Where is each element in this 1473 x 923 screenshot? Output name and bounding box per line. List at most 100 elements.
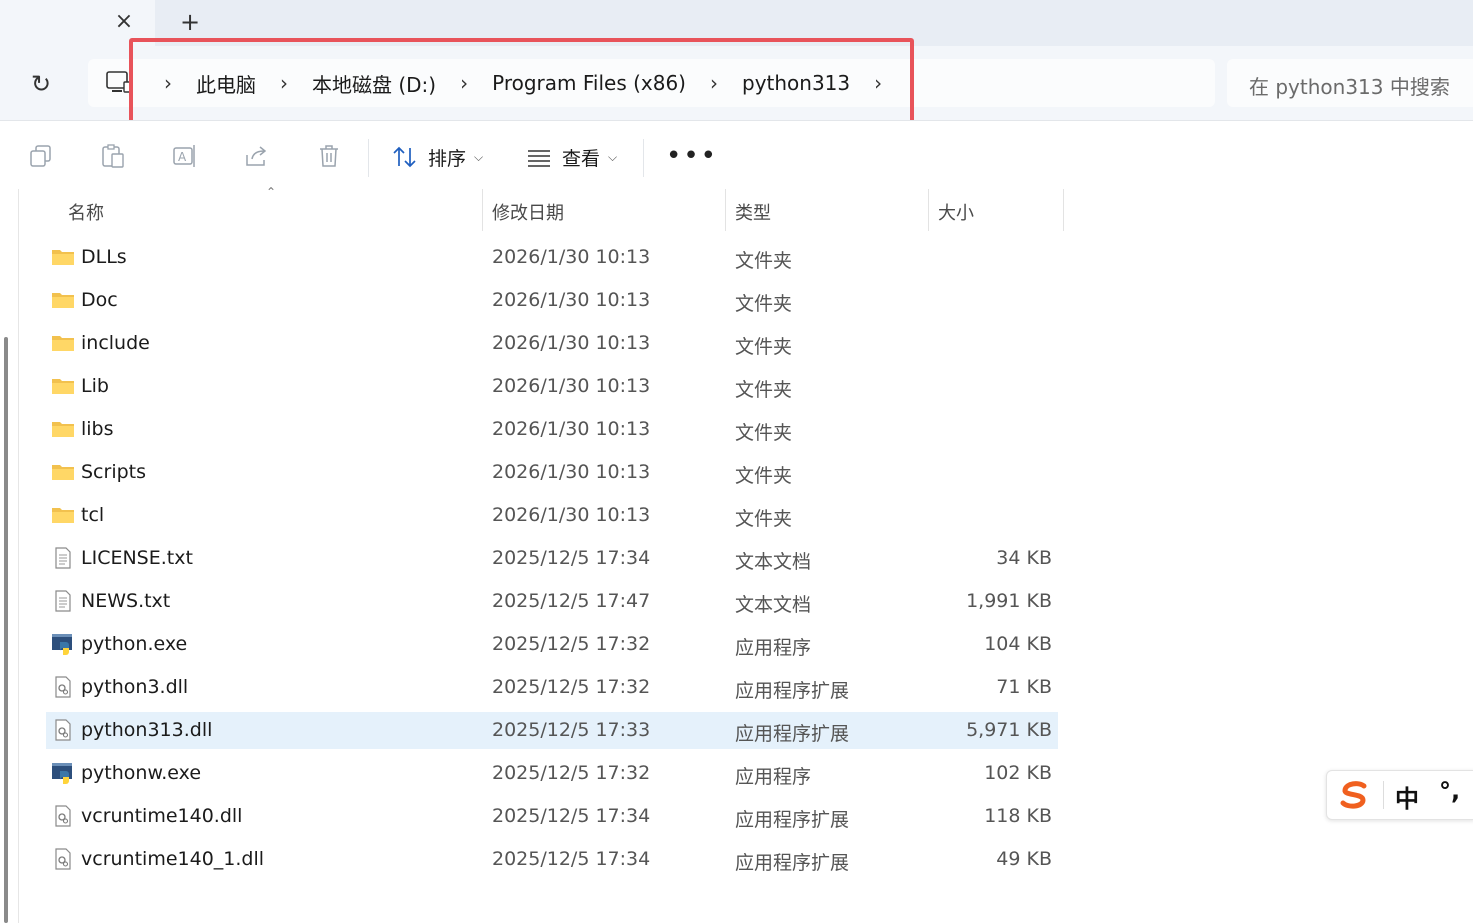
dll-file-icon xyxy=(51,676,75,698)
new-tab-icon[interactable]: + xyxy=(177,9,203,35)
file-row[interactable]: Lib 2026/1/30 10:13 文件夹 xyxy=(46,368,1058,405)
file-date: 2026/1/30 10:13 xyxy=(492,375,651,397)
file-list-area: ⌃ 名称 修改日期 类型 大小 DLLs 2026/1/30 10:13 文件夹 Do… xyxy=(0,185,1473,923)
file-date: 2025/12/5 17:47 xyxy=(492,590,651,612)
file-row[interactable]: pythonw.exe 2025/12/5 17:32 应用程序 102 KB xyxy=(46,755,1058,792)
ime-toolbar[interactable]: 中 °, xyxy=(1326,770,1473,820)
file-type: 文本文档 xyxy=(735,551,812,573)
file-date: 2026/1/30 10:13 xyxy=(492,332,651,354)
vertical-scrollbar[interactable] xyxy=(4,337,8,923)
crumb-this-pc[interactable]: 此电脑 xyxy=(188,69,264,98)
copy-icon[interactable] xyxy=(28,143,54,169)
file-row[interactable]: python313.dll 2025/12/5 17:33 应用程序扩展 5,971 … xyxy=(46,712,1058,749)
column-name[interactable]: 名称 xyxy=(68,199,104,225)
chevron-right-icon[interactable]: › xyxy=(264,71,304,95)
column-divider[interactable] xyxy=(1063,189,1064,231)
file-date: 2026/1/30 10:13 xyxy=(492,418,651,440)
file-date: 2025/12/5 17:32 xyxy=(492,633,651,655)
file-row[interactable]: LICENSE.txt 2025/12/5 17:34 文本文档 34 KB xyxy=(46,540,1058,577)
file-date: 2025/12/5 17:32 xyxy=(492,676,651,698)
crumb-local-disk-d[interactable]: 本地磁盘 (D:) xyxy=(304,69,444,98)
file-name: DLLs xyxy=(81,246,127,268)
toolbar-divider xyxy=(368,139,369,177)
file-size: 102 KB xyxy=(984,762,1052,784)
rename-icon[interactable]: A xyxy=(172,143,198,169)
crumb-program-files-x86[interactable]: Program Files (x86) xyxy=(484,71,694,95)
refresh-icon[interactable]: ↻ xyxy=(26,69,56,99)
file-name: python3.dll xyxy=(81,676,189,698)
file-name: libs xyxy=(81,418,114,440)
file-name: include xyxy=(81,332,150,354)
file-name: Doc xyxy=(81,289,118,311)
crumb-python313[interactable]: python313 xyxy=(734,71,858,95)
column-divider[interactable] xyxy=(482,189,483,231)
pane-divider xyxy=(18,189,19,923)
chevron-right-icon[interactable]: › xyxy=(148,71,188,95)
file-date: 2026/1/30 10:13 xyxy=(492,289,651,311)
folder-icon xyxy=(51,289,75,311)
search-input[interactable]: 在 python313 中搜索 xyxy=(1227,59,1473,107)
file-row[interactable]: DLLs 2026/1/30 10:13 文件夹 xyxy=(46,239,1058,276)
file-row[interactable]: python.exe 2025/12/5 17:32 应用程序 104 KB xyxy=(46,626,1058,663)
file-date: 2026/1/30 10:13 xyxy=(492,246,651,268)
folder-icon xyxy=(51,461,75,483)
file-row[interactable]: include 2026/1/30 10:13 文件夹 xyxy=(46,325,1058,362)
tab-strip: × + xyxy=(0,0,1473,46)
active-tab[interactable]: × xyxy=(0,0,155,46)
file-size: 34 KB xyxy=(996,547,1052,569)
sogou-logo-icon[interactable] xyxy=(1337,779,1371,811)
file-size: 71 KB xyxy=(996,676,1052,698)
file-size: 118 KB xyxy=(984,805,1052,827)
file-row[interactable]: NEWS.txt 2025/12/5 17:47 文本文档 1,991 KB xyxy=(46,583,1058,620)
file-date: 2025/12/5 17:34 xyxy=(492,547,651,569)
dll-file-icon xyxy=(51,848,75,870)
computer-icon xyxy=(106,71,131,93)
file-type: 文件夹 xyxy=(735,293,793,315)
column-date[interactable]: 修改日期 xyxy=(492,199,564,225)
sort-button[interactable]: 排序 ⌵ xyxy=(392,139,483,175)
dll-file-icon xyxy=(51,719,75,741)
file-name: pythonw.exe xyxy=(81,762,202,784)
python-exe-icon xyxy=(51,633,75,655)
file-name: vcruntime140.dll xyxy=(81,805,243,827)
text-file-icon xyxy=(51,590,75,612)
file-row[interactable]: vcruntime140.dll 2025/12/5 17:34 应用程序扩展 118… xyxy=(46,798,1058,835)
folder-icon xyxy=(51,504,75,526)
share-icon[interactable] xyxy=(244,143,270,169)
file-type: 应用程序扩展 xyxy=(735,852,850,874)
file-name: NEWS.txt xyxy=(81,590,171,612)
file-row[interactable]: tcl 2026/1/30 10:13 文件夹 xyxy=(46,497,1058,534)
address-row: ↻ › 此电脑 › 本地磁盘 (D:) › Program Files (x86… xyxy=(0,46,1473,120)
file-row[interactable]: vcruntime140_1.dll 2025/12/5 17:34 应用程序扩展 4… xyxy=(46,841,1058,878)
column-divider[interactable] xyxy=(725,189,726,231)
text-file-icon xyxy=(51,547,75,569)
more-icon[interactable]: ••• xyxy=(666,141,718,171)
folder-icon xyxy=(51,332,75,354)
file-row[interactable]: python3.dll 2025/12/5 17:32 应用程序扩展 71 KB xyxy=(46,669,1058,706)
delete-icon[interactable] xyxy=(316,143,342,169)
file-type: 应用程序扩展 xyxy=(735,809,850,831)
file-type: 文件夹 xyxy=(735,508,793,530)
file-row[interactable]: Scripts 2026/1/30 10:13 文件夹 xyxy=(46,454,1058,491)
column-divider[interactable] xyxy=(928,189,929,231)
file-size: 49 KB xyxy=(996,848,1052,870)
ime-punctuation-mode[interactable]: °, xyxy=(1439,777,1460,805)
chevron-right-icon[interactable]: › xyxy=(444,71,484,95)
file-name: Lib xyxy=(81,375,109,397)
chevron-down-icon: ⌵ xyxy=(608,149,618,164)
file-row[interactable]: libs 2026/1/30 10:13 文件夹 xyxy=(46,411,1058,448)
file-name: Scripts xyxy=(81,461,147,483)
column-type[interactable]: 类型 xyxy=(735,199,771,225)
chevron-right-icon[interactable]: › xyxy=(858,71,898,95)
chevron-down-icon: ⌵ xyxy=(474,149,484,164)
close-icon[interactable]: × xyxy=(112,10,136,34)
chevron-right-icon[interactable]: › xyxy=(694,71,734,95)
address-bar[interactable]: › 此电脑 › 本地磁盘 (D:) › Program Files (x86) … xyxy=(88,59,1215,107)
file-row[interactable]: Doc 2026/1/30 10:13 文件夹 xyxy=(46,282,1058,319)
paste-icon[interactable] xyxy=(100,143,126,169)
view-label: 查看 xyxy=(562,147,601,170)
ime-chinese-mode[interactable]: 中 xyxy=(1395,779,1419,814)
column-size[interactable]: 大小 xyxy=(938,199,974,225)
view-button[interactable]: 查看 ⌵ xyxy=(526,139,617,175)
file-name: python313.dll xyxy=(81,719,213,741)
